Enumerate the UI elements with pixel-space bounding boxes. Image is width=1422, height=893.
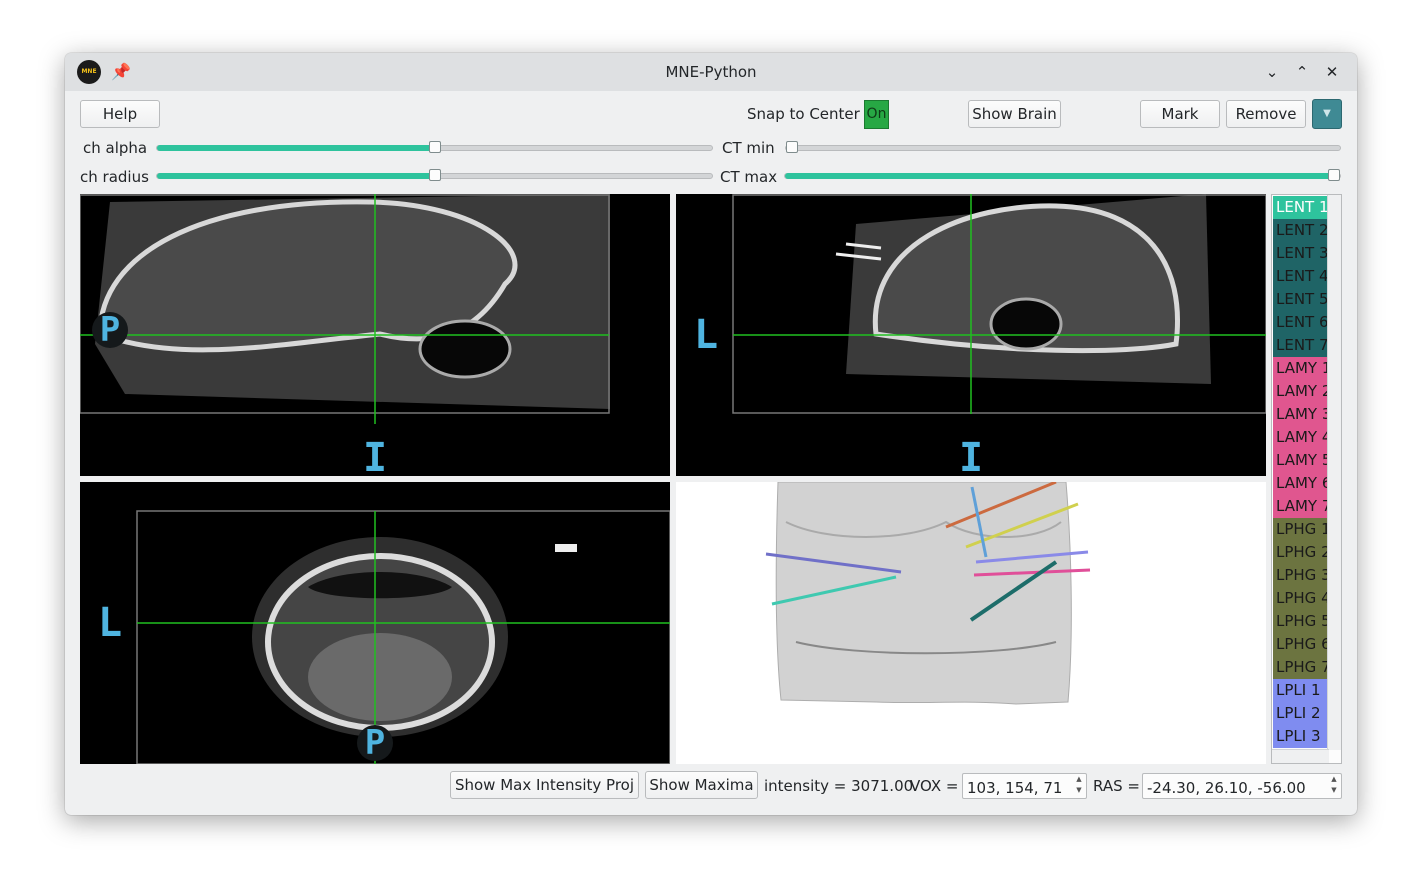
show-maxima-button[interactable]: Show Maxima bbox=[645, 771, 758, 799]
channel-list-item[interactable]: LPLI 1 bbox=[1273, 679, 1328, 702]
ct-min-label: CT min bbox=[722, 139, 775, 157]
ch-alpha-slider-fill bbox=[157, 145, 435, 151]
3d-render-view[interactable] bbox=[676, 482, 1266, 764]
ch-alpha-label: ch alpha bbox=[83, 139, 148, 157]
sagittal-view[interactable]: P I bbox=[80, 194, 670, 476]
channel-list-item[interactable]: LAMY 3 bbox=[1273, 403, 1328, 426]
channel-list-item[interactable]: LENT 3 bbox=[1273, 242, 1328, 265]
channel-list-item[interactable]: LENT 7 bbox=[1273, 334, 1328, 357]
axial-left-orientation-label: L bbox=[98, 600, 123, 646]
ras-label: RAS = bbox=[1093, 777, 1140, 795]
ch-radius-slider-handle[interactable] bbox=[428, 169, 441, 181]
sagittal-bottom-orientation-label: I bbox=[363, 435, 388, 476]
channel-list-item[interactable]: LPHG 2 bbox=[1273, 541, 1328, 564]
mark-button[interactable]: Mark bbox=[1140, 100, 1220, 128]
vox-spinbox[interactable]: 103, 154, 71 ▲ ▼ bbox=[962, 773, 1087, 799]
ch-alpha-slider[interactable] bbox=[156, 141, 713, 153]
channel-list[interactable]: LPLI 3 LPLI 2 LPLI 1 LPHG 7 LPHG 6 LPHG 5 LPHG… bbox=[1271, 194, 1342, 764]
channel-list-item[interactable]: LENT 5 bbox=[1273, 288, 1328, 311]
ct-min-slider[interactable] bbox=[785, 141, 1341, 153]
close-icon[interactable]: ✕ bbox=[1322, 62, 1342, 82]
app-window: MNE 📌 MNE-Python ⌄ ⌃ ✕ Help Snap to Cent… bbox=[65, 53, 1357, 815]
ct-max-slider-fill bbox=[785, 173, 1340, 179]
channel-list-item[interactable]: LPHG 6 bbox=[1273, 633, 1328, 656]
ct-max-slider-handle[interactable] bbox=[1328, 169, 1340, 181]
axial-bottom-orientation-label: P bbox=[357, 725, 393, 761]
coronal-ct-image bbox=[732, 194, 1266, 414]
coronal-view[interactable]: L I bbox=[676, 194, 1266, 476]
channel-list-item[interactable]: LPHG 4 bbox=[1273, 587, 1328, 610]
show-max-intensity-proj-button[interactable]: Show Max Intensity Proj bbox=[450, 771, 639, 799]
channel-list-item[interactable]: LAMY 4 bbox=[1273, 426, 1328, 449]
remove-button[interactable]: Remove bbox=[1226, 100, 1306, 128]
vox-label: VOX = bbox=[910, 777, 959, 795]
channel-list-horizontal-scrollbar[interactable] bbox=[1272, 749, 1329, 763]
ras-spinbox[interactable]: -24.30, 26.10, -56.00 ▲ ▼ bbox=[1142, 773, 1342, 799]
snap-to-center-label: Snap to Center bbox=[747, 105, 860, 123]
coronal-left-orientation-label: L bbox=[694, 312, 719, 358]
title-bar: MNE 📌 MNE-Python ⌄ ⌃ ✕ bbox=[65, 53, 1357, 91]
channel-list-item[interactable]: LPHG 5 bbox=[1273, 610, 1328, 633]
channel-list-item[interactable]: LAMY 7 bbox=[1273, 495, 1328, 518]
vox-value[interactable]: 103, 154, 71 bbox=[967, 779, 1062, 797]
chevron-down-icon[interactable]: ⌄ bbox=[1262, 62, 1282, 82]
coronal-bottom-orientation-label: I bbox=[959, 435, 984, 476]
channel-list-item[interactable]: LPLI 3 bbox=[1273, 725, 1328, 748]
channel-list-item[interactable]: LENT 6 bbox=[1273, 311, 1328, 334]
axial-view[interactable]: L P bbox=[80, 482, 670, 764]
channel-list-item[interactable]: LAMY 1 bbox=[1273, 357, 1328, 380]
snap-to-center-toggle[interactable]: On bbox=[864, 100, 889, 129]
ct-min-slider-handle[interactable] bbox=[786, 141, 798, 153]
vox-spin-arrows-icon[interactable]: ▲ ▼ bbox=[1072, 774, 1086, 798]
ch-radius-slider-fill bbox=[157, 173, 435, 179]
channel-list-item[interactable]: LAMY 2 bbox=[1273, 380, 1328, 403]
channel-list-vertical-scrollbar[interactable] bbox=[1327, 195, 1341, 750]
3d-head-render bbox=[765, 482, 1091, 705]
ras-spin-arrows-icon[interactable]: ▲ ▼ bbox=[1327, 774, 1341, 798]
channel-list-item[interactable]: LPHG 7 bbox=[1273, 656, 1328, 679]
channel-list-item[interactable]: LENT 4 bbox=[1273, 265, 1328, 288]
channel-list-item[interactable]: LAMY 5 bbox=[1273, 449, 1328, 472]
channel-list-item[interactable]: LPHG 1 bbox=[1273, 518, 1328, 541]
ct-max-label: CT max bbox=[720, 168, 778, 186]
sagittal-ct-image bbox=[80, 194, 610, 424]
ct-max-slider[interactable] bbox=[784, 169, 1341, 181]
ch-radius-label: ch radius bbox=[80, 168, 149, 186]
ras-value[interactable]: -24.30, 26.10, -56.00 bbox=[1147, 779, 1306, 797]
dropdown-arrow-icon[interactable]: ▼ bbox=[1312, 99, 1342, 129]
channel-list-item[interactable]: LAMY 6 bbox=[1273, 472, 1328, 495]
window-title: MNE-Python bbox=[665, 63, 757, 81]
help-button[interactable]: Help bbox=[80, 100, 160, 128]
sagittal-left-orientation-label: P bbox=[92, 312, 128, 348]
intensity-readout: intensity = 3071.00 bbox=[764, 777, 914, 795]
chevron-up-icon[interactable]: ⌃ bbox=[1292, 62, 1312, 82]
ch-alpha-slider-handle[interactable] bbox=[428, 141, 441, 153]
show-brain-button[interactable]: Show Brain bbox=[968, 100, 1061, 128]
ch-radius-slider[interactable] bbox=[156, 169, 713, 181]
channel-list-item[interactable]: LENT 2 bbox=[1273, 219, 1328, 242]
axial-ct-image bbox=[136, 510, 670, 764]
channel-list-item[interactable]: LPHG 3 bbox=[1273, 564, 1328, 587]
channel-list-item[interactable]: LPLI 2 bbox=[1273, 702, 1328, 725]
channel-list-item[interactable]: LENT 1 bbox=[1273, 196, 1328, 219]
